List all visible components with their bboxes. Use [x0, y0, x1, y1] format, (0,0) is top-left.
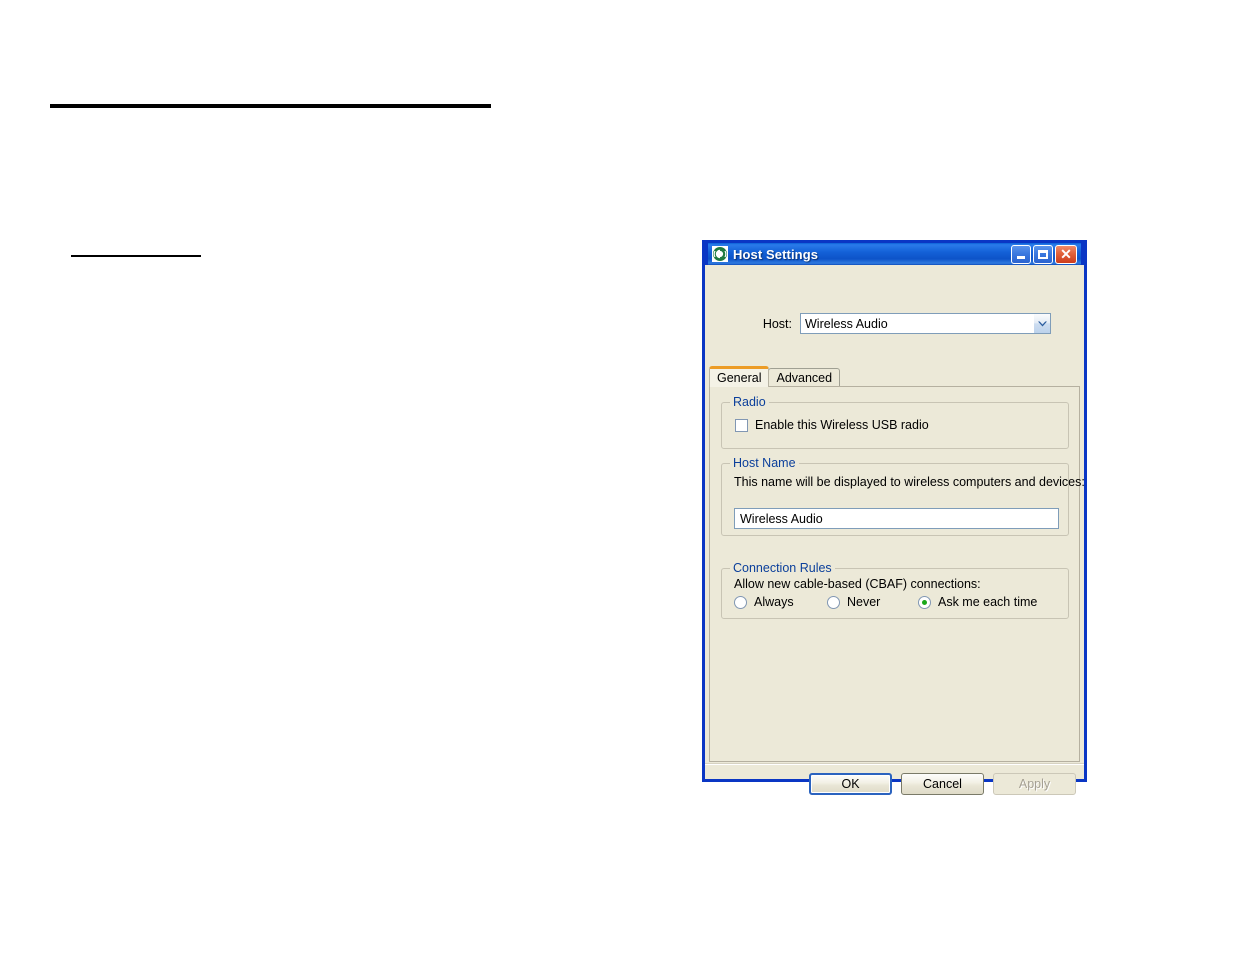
button-strip-separator [705, 763, 1084, 765]
apply-button: Apply [993, 773, 1076, 795]
radio-never-label: Never [847, 595, 881, 609]
enable-radio-checkbox-row[interactable]: Enable this Wireless USB radio [735, 418, 929, 432]
top-heading-rule [50, 104, 491, 108]
cancel-button-label: Cancel [923, 777, 962, 791]
host-name-hint: This name will be displayed to wireless … [734, 475, 1085, 489]
tab-general-label: General [717, 370, 762, 385]
host-selector-row: Host: Wireless Audio [705, 313, 1084, 334]
host-name-input-value: Wireless Audio [740, 511, 823, 526]
host-combobox[interactable]: Wireless Audio [800, 313, 1051, 334]
host-combobox-value: Wireless Audio [805, 316, 888, 331]
section-rule [71, 255, 201, 257]
button-strip: OK Cancel Apply [809, 773, 1076, 795]
host-name-input[interactable]: Wireless Audio [734, 508, 1059, 529]
tab-advanced-label: Advanced [776, 371, 833, 385]
minimize-button[interactable] [1011, 244, 1031, 264]
radio-ask-me-each-time-label: Ask me each time [938, 595, 1038, 609]
ok-button-label: OK [841, 777, 860, 791]
radio-never-indicator[interactable] [827, 595, 840, 609]
apply-button-label: Apply [1018, 777, 1051, 791]
radio-option-always[interactable]: Always [734, 595, 827, 609]
minimize-icon [1017, 255, 1025, 259]
cancel-button[interactable]: Cancel [901, 773, 984, 795]
radio-always-label: Always [754, 595, 794, 609]
group-host-name: Host Name This name will be displayed to… [721, 456, 1085, 536]
maximize-icon [1038, 249, 1048, 259]
cbaf-radio-group: Always Never Ask me each time [734, 595, 1064, 609]
enable-radio-label: Enable this Wireless USB radio [755, 418, 929, 432]
host-label: Host: [762, 316, 792, 331]
dialog-body: Host: Wireless Audio General Advanced Ra… [705, 265, 1085, 795]
wireless-usb-logo-icon [712, 246, 728, 262]
tab-panel-general: Radio Enable this Wireless USB radio Hos… [709, 386, 1085, 762]
group-radio-title: Radio [730, 395, 769, 409]
dialog-title: Host Settings [733, 246, 819, 262]
group-connection-rules-title: Connection Rules [730, 561, 835, 575]
tab-general[interactable]: General [709, 366, 770, 387]
chevron-down-icon[interactable] [1033, 314, 1050, 333]
radio-ask-me-each-time-indicator[interactable] [918, 595, 931, 609]
connection-rules-hint: Allow new cable-based (CBAF) connections… [734, 577, 981, 591]
ok-button[interactable]: OK [809, 773, 892, 795]
close-icon: ✕ [1060, 245, 1072, 262]
radio-option-never[interactable]: Never [827, 595, 918, 609]
tabstrip: General Advanced [709, 366, 1080, 387]
radio-always-indicator[interactable] [734, 595, 747, 609]
group-radio: Radio Enable this Wireless USB radio [721, 395, 1069, 449]
tab-advanced[interactable]: Advanced [768, 368, 841, 387]
dialog-titlebar[interactable]: Host Settings ✕ [705, 240, 1084, 265]
maximize-button[interactable] [1033, 244, 1053, 264]
enable-radio-checkbox[interactable] [735, 418, 748, 432]
group-host-name-title: Host Name [730, 456, 799, 470]
host-settings-dialog: Host Settings ✕ Host: Wireless Audio Gen… [702, 240, 1087, 795]
radio-option-ask-me-each-time[interactable]: Ask me each time [918, 595, 1037, 609]
group-connection-rules: Connection Rules Allow new cable-based (… [721, 561, 1069, 619]
radio-selected-dot [922, 599, 927, 605]
close-button[interactable]: ✕ [1055, 244, 1077, 264]
window-controls: ✕ [1011, 244, 1079, 264]
